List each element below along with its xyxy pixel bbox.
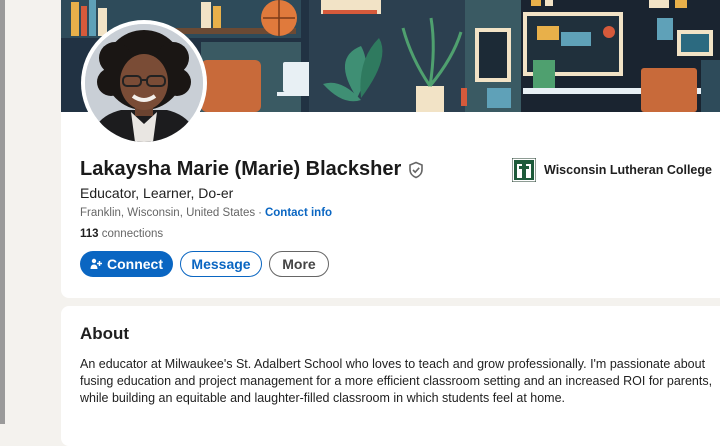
about-card: About An educator at Milwaukee's St. Ada…	[61, 306, 720, 446]
contact-info-link[interactable]: Contact info	[265, 207, 332, 219]
organization-name: Wisconsin Lutheran College	[544, 163, 712, 177]
shield-check-icon[interactable]	[407, 161, 425, 179]
name-row: Lakaysha Marie (Marie) Blacksher	[80, 158, 425, 181]
profile-avatar[interactable]	[81, 20, 207, 146]
about-line: An educator at Milwaukee's St. Adalbert …	[80, 357, 706, 371]
profile-headline: Educator, Learner, Do-er	[80, 185, 234, 201]
connections-count[interactable]: 113 connections	[80, 228, 163, 240]
message-button[interactable]: Message	[180, 251, 262, 277]
connections-label: connections	[98, 228, 164, 240]
person-add-icon	[90, 258, 102, 269]
connections-number: 113	[80, 228, 99, 240]
profile-card: Lakaysha Marie (Marie) Blacksher Educato…	[61, 0, 720, 298]
about-text: An educator at Milwaukee's St. Adalbert …	[80, 356, 713, 407]
location-row: Franklin, Wisconsin, United States · Conta…	[80, 207, 332, 219]
separator-dot: ·	[258, 207, 262, 219]
organization-link[interactable]: Wisconsin Lutheran College	[511, 157, 712, 183]
about-line: while building an equitable and laughter…	[80, 391, 566, 405]
profile-actions: Connect Message More	[80, 251, 329, 277]
more-button[interactable]: More	[269, 251, 329, 277]
about-line: fusing education and project management …	[80, 374, 713, 388]
window-edge	[0, 0, 5, 424]
college-logo-icon	[511, 157, 537, 183]
about-title: About	[80, 324, 130, 343]
connect-label: Connect	[107, 256, 163, 272]
avatar-photo	[85, 24, 203, 142]
profile-name: Lakaysha Marie (Marie) Blacksher	[80, 158, 402, 180]
profile-location: Franklin, Wisconsin, United States	[80, 207, 256, 219]
connect-button[interactable]: Connect	[80, 251, 173, 277]
